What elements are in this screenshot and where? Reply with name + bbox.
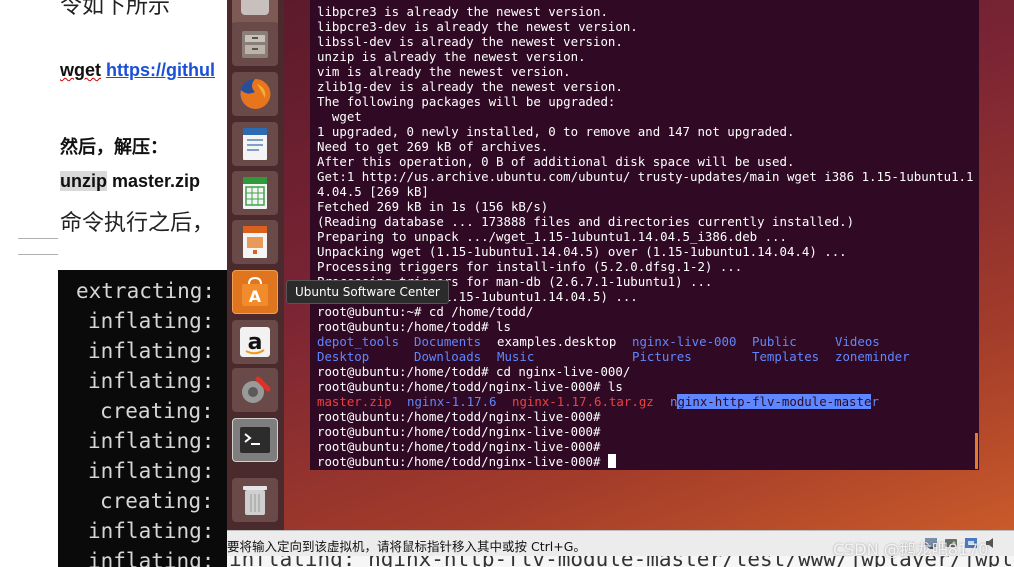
doc-terminal-line: inflating: n [88,309,230,333]
ls-entry-dir: Downloads [414,349,482,364]
terminal-command-line: root@ubuntu:/home/todd# ls [317,319,511,334]
ls-entry-dir: Desktop [317,349,370,364]
doc-terminal-line: inflating: n [88,519,230,543]
amazon-icon[interactable]: a [232,320,278,364]
doc-terminal-line: inflating: n [88,429,230,453]
selection-suffix: r [871,394,879,409]
terminal-output-line: libpcre3 is already the newest version. [317,4,608,19]
terminal-output-line: libssl-dev is already the newest version… [317,34,623,49]
terminal-icon[interactable] [232,418,278,462]
text-cursor [607,454,616,468]
firefox-icon[interactable] [232,72,278,116]
terminal-prompt: root@ubuntu:/home/todd/nginx-live-000# [317,409,601,424]
terminal-output-line: (Reading database ... 173888 files and d… [317,214,855,229]
terminal-output-line: Preparing to unpack .../wget_1.15-1ubunt… [317,229,787,244]
trash-icon[interactable] [232,478,278,522]
writer-icon[interactable] [232,122,278,166]
document-rule-line [18,254,58,255]
wget-url-link[interactable]: https://githul [106,60,215,80]
ls-entry-dir: Videos [835,334,880,349]
doc-terminal-line: extracting: m [76,279,230,303]
terminal-output-line: After this operation, 0 B of additional … [317,154,795,169]
unzip-command-arg: master.zip [107,171,201,191]
terminal-output-line: Fetched 269 kB in 1s (156 kB/s) [317,199,549,214]
ls-entry-dir: Templates [752,349,820,364]
svg-text:A: A [249,287,262,306]
terminal-output-line: The following packages will be upgraded: [317,94,616,109]
doc-terminal-line: creating: n [100,489,230,513]
ls-entry-archive: master.zip [317,394,392,409]
ls-entry-dir: Public [752,334,797,349]
calc-icon[interactable] [232,171,278,215]
csdn-watermark: CSDN @鹅龙吧8170 [833,540,989,559]
doc-terminal-line: creating: n [100,399,230,423]
wget-command-line: wget https://githul [60,60,215,81]
vm-input-hint: 要将输入定向到该虚拟机，请将鼠标指针移入其中或按 Ctrl+G。 [227,539,586,554]
terminal-scrollbar[interactable] [975,433,978,469]
ls-entry-dir: nginx-live-000 [632,334,737,349]
terminal-prompt: root@ubuntu:/home/todd/nginx-live-000# [317,424,601,439]
terminal-output-line: 4.04.5 [269 kB] [317,184,429,199]
document-terminal-screenshot: extracting: m inflating: n inflating: n … [58,270,230,567]
ls-entry-dir: nginx-1.17.6 [407,394,497,409]
terminal-output-line: Get:1 http://us.archive.ubuntu.com/ubunt… [317,169,974,184]
wget-command: wget [60,60,102,80]
impress-icon[interactable] [232,220,278,264]
ls-entry-dir: Music [497,349,535,364]
terminal-output-line: vim is already the newest version. [317,64,571,79]
terminal-output-line: libpcre3-dev is already the newest versi… [317,19,638,34]
terminal-output-line: Unpacking wget (1.15-1ubuntu1.14.04.5) o… [317,244,847,259]
unzip-command-word: unzip [60,171,107,191]
terminal-command-line: root@ubuntu:~# cd /home/todd/ [317,304,534,319]
document-rule-line [18,238,58,239]
document-panel: 令如下所示 wget https://githul 然后，解压： unzip m… [0,0,230,567]
ls-entry-dir: depot_tools [317,334,400,349]
doc-terminal-line: inflating: n [88,339,230,363]
terminal-active-prompt[interactable]: root@ubuntu:/home/todd/nginx-live-000# [317,454,616,469]
terminal-output-line: wget [317,109,362,124]
unzip-command-line: unzip master.zip [60,171,200,192]
ls-entry-dir: zoneminder [835,349,910,364]
doc-terminal-line: inflating: n [88,369,230,393]
ls-entry-archive: nginx-1.17.6.tar.gz [512,394,654,409]
software-center-icon[interactable]: A [232,270,278,314]
launcher-tooltip: Ubuntu Software Center [286,280,449,304]
system-settings-icon[interactable] [232,368,278,412]
ls-entry-file: examples.desktop [497,334,617,349]
terminal-output-line: Need to get 269 kB of archives. [317,139,549,154]
terminal-command-line: root@ubuntu:/home/todd# cd nginx-live-00… [317,364,631,379]
doc-terminal-line: inflating: n [88,459,230,483]
after-command-text: 命令执行之后， [60,211,215,236]
terminal-window[interactable]: libpcre3 is already the newest version. … [310,0,979,470]
text-selection: ginx-http-flv-module-maste [677,394,872,409]
files-icon[interactable] [232,22,278,66]
unity-launcher: A a [227,0,284,530]
ls-entry-dir: Pictures [632,349,692,364]
document-top-text: 令如下所示 [60,0,171,19]
ls-entry-dir-selected[interactable]: nginx-http-flv-module-master [670,394,879,409]
terminal-prompt-text: root@ubuntu:/home/todd/nginx-live-000# [317,454,608,469]
ls-entry-dir: Documents [414,334,482,349]
terminal-command-line: root@ubuntu:/home/todd/nginx-live-000# l… [317,379,623,394]
unzip-intro-text: 然后，解压： [60,137,168,158]
doc-terminal-line: inflating: n [88,549,230,567]
terminal-output-line: 1 upgraded, 0 newly installed, 0 to remo… [317,124,795,139]
terminal-output-line: zlib1g-dev is already the newest version… [317,79,623,94]
terminal-prompt: root@ubuntu:/home/todd/nginx-live-000# [317,439,601,454]
terminal-output-line: Processing triggers for install-info (5.… [317,259,743,274]
terminal-output-line: unzip is already the newest version. [317,49,586,64]
